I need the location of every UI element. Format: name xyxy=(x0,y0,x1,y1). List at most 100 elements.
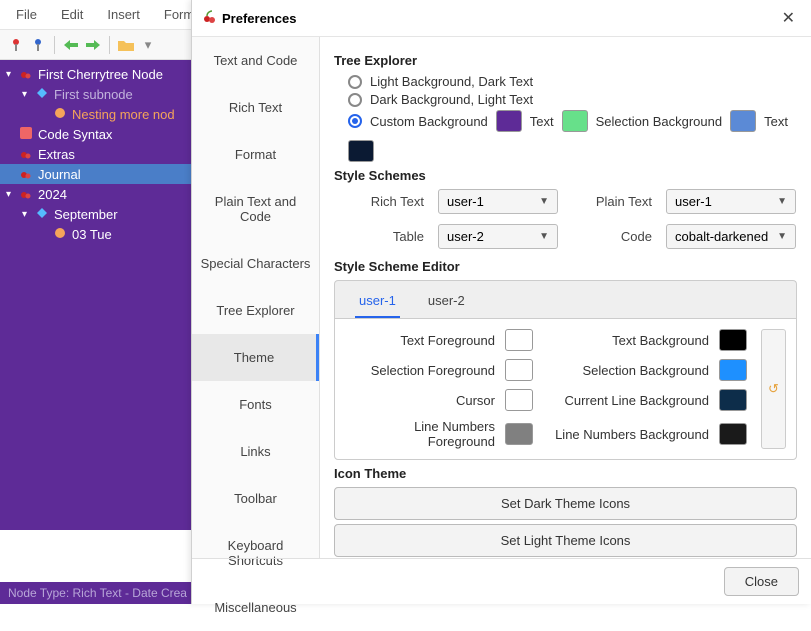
section-tree-explorer: Tree Explorer xyxy=(334,53,797,68)
custom-bg-swatch[interactable] xyxy=(496,110,522,132)
editor-tabs: user-1 user-2 xyxy=(334,280,797,318)
sphere-orange-icon xyxy=(54,227,68,241)
tree-item-label: 03 Tue xyxy=(72,227,112,242)
cherry-icon xyxy=(202,10,216,27)
forward-icon[interactable] xyxy=(85,37,101,53)
radio-light-bg[interactable] xyxy=(348,75,362,89)
category-special-characters[interactable]: Special Characters xyxy=(192,240,319,287)
diamond-blue-icon xyxy=(36,87,50,101)
reset-scheme-button[interactable]: ↺ xyxy=(761,329,786,449)
tree-item-label: Nesting more nod xyxy=(72,107,175,122)
tree-item-label: Journal xyxy=(38,167,81,182)
menu-edit[interactable]: Edit xyxy=(51,4,93,25)
cherry-red-icon xyxy=(20,167,34,181)
tree-item-label: First Cherrytree Node xyxy=(38,67,163,82)
cherry-red-icon xyxy=(20,147,34,161)
close-button[interactable]: Close xyxy=(724,567,799,596)
collapse-icon[interactable]: ▾ xyxy=(22,209,32,220)
category-links[interactable]: Links xyxy=(192,428,319,475)
theme-panel: Tree Explorer Light Background, Dark Tex… xyxy=(320,37,811,558)
pin-red-icon[interactable] xyxy=(8,37,24,53)
folder-icon[interactable] xyxy=(118,37,134,53)
toolbar-separator xyxy=(54,36,55,54)
section-icon-theme: Icon Theme xyxy=(334,466,797,481)
dialog-footer: Close xyxy=(192,558,811,604)
tree-item-label: First subnode xyxy=(54,87,133,102)
editor-label: Cursor xyxy=(345,393,495,408)
dialog-title: Preferences xyxy=(222,11,296,26)
color-swatch[interactable] xyxy=(505,329,533,351)
category-text-and-code[interactable]: Text and Code xyxy=(192,37,319,84)
cherry-red-icon xyxy=(20,67,34,81)
menu-file[interactable]: File xyxy=(6,4,47,25)
category-fonts[interactable]: Fonts xyxy=(192,381,319,428)
chevron-down-icon: ▼ xyxy=(539,231,549,242)
editor-label: Selection Foreground xyxy=(345,363,495,378)
radio-dark-bg[interactable] xyxy=(348,93,362,107)
editor-label: Current Line Background xyxy=(549,393,709,408)
diamond-blue-icon xyxy=(36,207,50,221)
text-color-swatch[interactable] xyxy=(562,110,588,132)
category-toolbar[interactable]: Toolbar xyxy=(192,475,319,522)
color-swatch[interactable] xyxy=(719,329,747,351)
tab-user-1[interactable]: user-1 xyxy=(355,289,400,318)
editor-label: Text Foreground xyxy=(345,333,495,348)
sel-bg-swatch[interactable] xyxy=(730,110,756,132)
collapse-icon[interactable]: ▾ xyxy=(22,89,32,100)
back-icon[interactable] xyxy=(63,37,79,53)
category-rich-text[interactable]: Rich Text xyxy=(192,84,319,131)
chevron-down-icon: ▼ xyxy=(777,231,787,242)
sphere-orange-icon xyxy=(54,107,68,121)
plain-text-combo[interactable]: user-1▼ xyxy=(666,189,796,214)
editor-label: Text Background xyxy=(549,333,709,348)
sel-text-swatch[interactable] xyxy=(348,140,374,162)
color-swatch[interactable] xyxy=(505,359,533,381)
chevron-down-icon[interactable]: ▾ xyxy=(140,37,156,53)
code-label: Code xyxy=(572,229,652,244)
close-icon[interactable]: ✕ xyxy=(776,6,801,30)
tree-item-label: September xyxy=(54,207,118,222)
table-combo[interactable]: user-2▼ xyxy=(438,224,558,249)
chevron-down-icon: ▼ xyxy=(539,196,549,207)
dialog-titlebar: Preferences ✕ xyxy=(192,0,811,37)
collapse-icon[interactable]: ▾ xyxy=(6,189,16,200)
preferences-dialog: Preferences ✕ Text and CodeRich TextForm… xyxy=(191,0,811,604)
table-label: Table xyxy=(334,229,424,244)
editor-label: Line Numbers Foreground xyxy=(345,419,495,449)
color-swatch[interactable] xyxy=(719,423,747,445)
menu-insert[interactable]: Insert xyxy=(97,4,150,25)
color-swatch[interactable] xyxy=(719,359,747,381)
rich-text-combo[interactable]: user-1▼ xyxy=(438,189,558,214)
category-tree-explorer[interactable]: Tree Explorer xyxy=(192,287,319,334)
sel-text-label: Text xyxy=(764,114,788,129)
color-swatch[interactable] xyxy=(505,423,533,445)
editor-label: Selection Background xyxy=(549,363,709,378)
pin-blue-icon[interactable] xyxy=(30,37,46,53)
sel-bg-label: Selection Background xyxy=(596,114,722,129)
radio-label: Custom Background xyxy=(370,114,488,129)
editor-label: Line Numbers Background xyxy=(549,427,709,442)
tree-item-label: Extras xyxy=(38,147,75,162)
tree-item-label: 2024 xyxy=(38,187,67,202)
toolbar-separator xyxy=(109,36,110,54)
code-combo[interactable]: cobalt-darkened▼ xyxy=(666,224,796,249)
category-plain-text-and-code[interactable]: Plain Text and Code xyxy=(192,178,319,240)
color-swatch[interactable] xyxy=(719,389,747,411)
set-light-icons-button[interactable]: Set Light Theme Icons xyxy=(334,524,797,557)
radio-label: Light Background, Dark Text xyxy=(370,74,533,89)
text-label: Text xyxy=(530,114,554,129)
tab-user-2[interactable]: user-2 xyxy=(424,289,469,318)
category-list: Text and CodeRich TextFormatPlain Text a… xyxy=(192,37,320,558)
plain-text-label: Plain Text xyxy=(572,194,652,209)
category-theme[interactable]: Theme xyxy=(192,334,319,381)
tree-item-label: Code Syntax xyxy=(38,127,112,142)
reset-icon: ↺ xyxy=(768,381,779,397)
set-dark-icons-button[interactable]: Set Dark Theme Icons xyxy=(334,487,797,520)
section-style-schemes: Style Schemes xyxy=(334,168,797,183)
statusbar: Node Type: Rich Text - Date Crea xyxy=(0,582,200,604)
radio-custom-bg[interactable] xyxy=(348,114,362,128)
category-format[interactable]: Format xyxy=(192,131,319,178)
color-swatch[interactable] xyxy=(505,389,533,411)
radio-label: Dark Background, Light Text xyxy=(370,92,533,107)
collapse-icon[interactable]: ▾ xyxy=(6,69,16,80)
